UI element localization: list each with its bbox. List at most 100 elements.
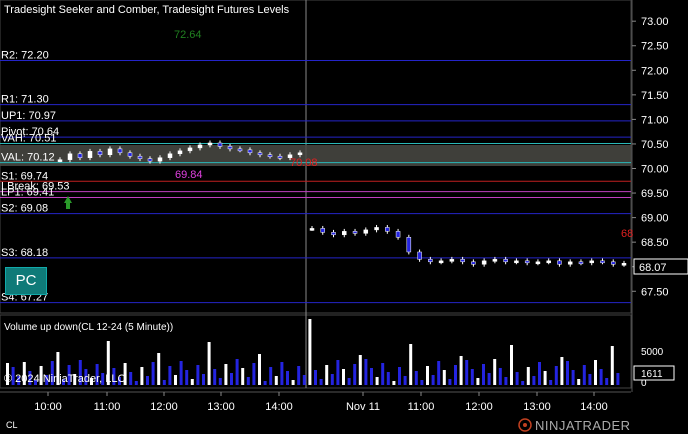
level-label: VAL: 70.12 [1,152,55,164]
volume-bar [470,369,474,385]
candle [257,152,263,156]
volume-bar [426,366,429,385]
candle [309,228,315,231]
volume-bar [162,380,166,385]
volume-title: Volume up down(CL 12-24 (5 Minute)) [4,322,173,333]
volume-bar [319,379,323,385]
volume-bar [448,379,452,385]
candle [352,231,358,234]
volume-bar [588,374,592,385]
price-tick-label: 72.00 [641,65,669,77]
volume-bar [526,367,530,385]
volume-bar [498,368,502,385]
candle [492,259,498,262]
candle [578,261,584,265]
volume-bar [246,377,250,385]
candle [127,152,133,157]
time-tick-label: 11:00 [408,401,435,413]
chart-canvas[interactable]: R2: 72.20R1: 71.30UP1: 70.97Pivot: 70.64… [0,0,688,434]
volume-bar [493,359,497,385]
volume-bar [235,359,239,385]
price-tick-label: 73.00 [641,16,669,28]
candle [546,260,551,264]
volume-bar [487,373,491,385]
candle [217,142,223,147]
candle [137,155,143,159]
annotation-high: 72.64 [174,29,202,41]
candle [187,147,193,152]
candle [589,260,594,264]
volume-bar [392,381,396,385]
volume-bar [291,380,295,385]
candle [320,228,326,233]
time-tick-label: 11:00 [94,401,121,413]
time-tick-label: 12:00 [465,401,493,413]
candle [567,261,573,265]
candle [385,227,390,232]
candle [438,260,444,264]
volume-bar [342,369,345,385]
volume-bar [431,375,435,385]
footer-symbol: CL [6,420,18,430]
volume-bar [297,366,301,385]
volume-bar [207,342,211,385]
volume-bar [554,366,558,385]
volume-bar [314,370,317,385]
candle [57,159,63,162]
candle [460,259,465,263]
volume-bar [459,356,463,385]
time-tick-label: 12:00 [150,401,178,413]
volume-bar [347,378,351,385]
level-label: S2: 69.08 [1,203,48,215]
brand: NINJATRADER [535,418,631,433]
volume-bar [610,346,614,385]
candle [237,148,243,152]
time-axis: 10:00 11:00 12:00 13:00 14:00 Nov 11 11:00 12:0… [34,392,608,413]
price-tick-label: 70.00 [641,164,669,176]
volume-bar [582,365,586,385]
volume-bar [269,367,273,385]
candle [481,260,487,265]
price-tick-label: 69.50 [641,188,669,200]
volume-bar [403,376,407,385]
volume-bar [504,377,508,385]
volume-bar [599,369,603,385]
volume-bar [213,369,217,385]
volume-bar [577,379,581,385]
volume-bar [543,371,547,385]
pc-button[interactable]: PC [5,267,47,295]
level-label: R1: 71.30 [1,94,49,106]
volume-tick-5000: 5000 [641,347,664,358]
volume-bar [353,364,357,385]
price-tick-label: 68.50 [641,237,669,249]
candle [107,148,113,156]
volume-bar [616,373,620,385]
volume-bar [218,378,222,385]
candle [157,157,163,162]
volume-bar [168,366,172,385]
annotation-low: 69.84 [175,169,203,181]
volume-bar [375,377,379,385]
current-price: 68.07 [639,262,667,274]
volume-bar [571,370,575,385]
candle [177,150,183,155]
level-label: UP1: 70.97 [1,110,56,122]
volume-bar [263,381,267,385]
volume-bar [230,373,233,385]
volume-bar [605,378,609,385]
volume-bar [465,360,469,385]
candle [471,261,476,265]
price-tick-label: 71.00 [641,114,669,126]
price-tick-label: 71.50 [641,90,669,102]
candle [97,151,103,156]
price-tick-label: 69.00 [641,213,669,225]
candle [117,148,123,154]
candle [207,142,213,146]
volume-bar [241,368,245,385]
candle [610,261,616,265]
candle [535,261,541,265]
volume-bar [358,355,362,385]
candle [621,263,627,266]
candle [297,152,303,156]
volume-bar [190,379,194,385]
